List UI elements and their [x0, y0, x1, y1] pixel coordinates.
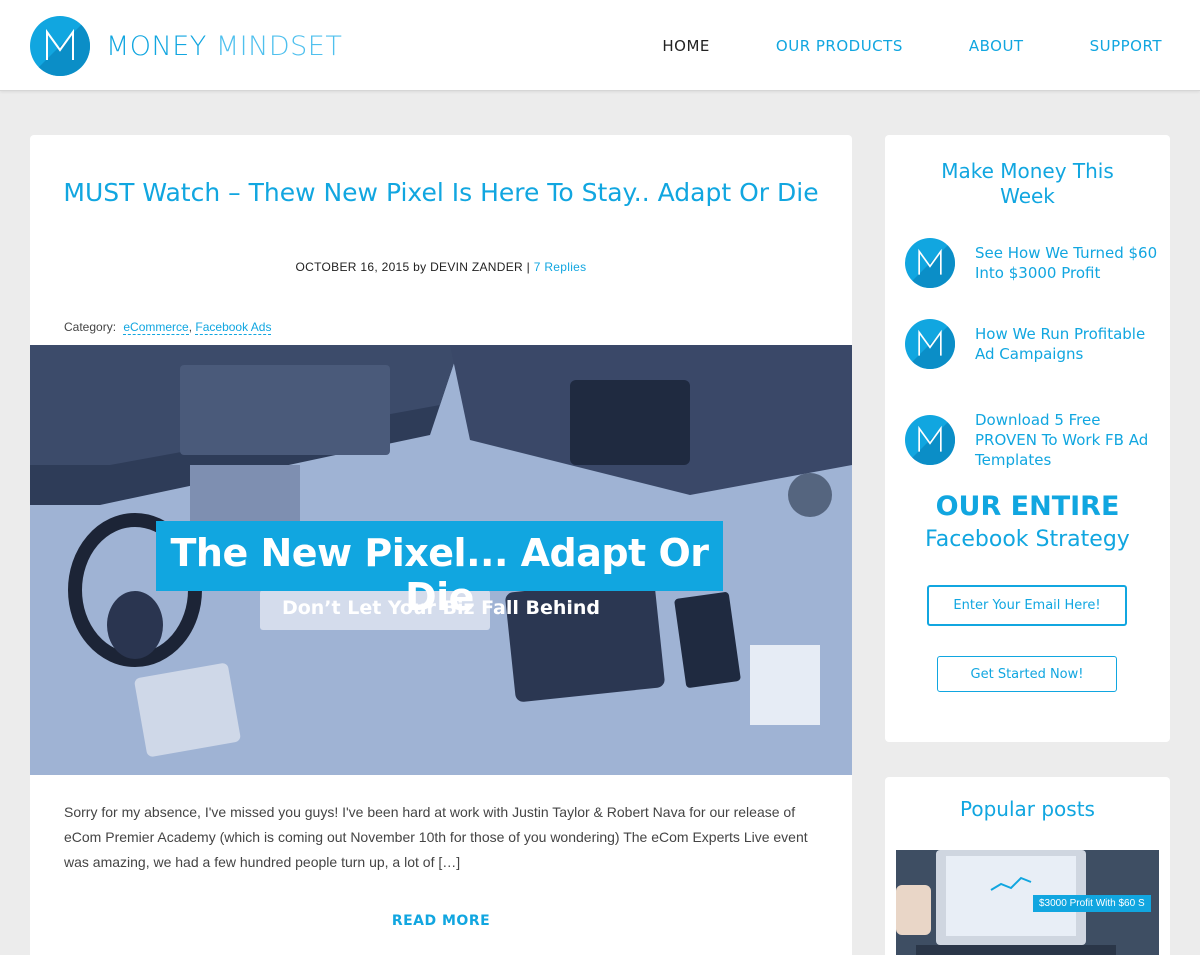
- post-replies-link[interactable]: 7 Replies: [534, 260, 587, 274]
- sidebar-item-profitable-campaigns[interactable]: How We Run Profitable Ad Campaigns: [905, 319, 1160, 369]
- popular-post-caption: $3000 Profit With $60 S: [1033, 895, 1151, 912]
- nav-home[interactable]: HOME: [662, 37, 710, 55]
- nav-our-products[interactable]: OUR PRODUCTS: [776, 37, 903, 55]
- sidebar-item-ad-templates[interactable]: Download 5 Free PROVEN To Work FB Ad Tem…: [905, 410, 1160, 470]
- optin-heading: OUR ENTIRE: [935, 491, 1120, 522]
- post-title[interactable]: MUST Watch – Thew New Pixel Is Here To S…: [60, 175, 822, 210]
- read-more-link[interactable]: READ MORE: [30, 913, 852, 929]
- meta-separator: |: [526, 260, 531, 274]
- category-link-facebook-ads[interactable]: Facebook Ads: [195, 320, 272, 335]
- brand-name-main: MONEY: [106, 30, 207, 62]
- popular-posts-title: Popular posts: [960, 797, 1095, 821]
- brand-name: MONEY MINDSET: [106, 31, 342, 62]
- post-excerpt: Sorry for my absence, I've missed you gu…: [64, 804, 808, 870]
- sidebar-item-label[interactable]: How We Run Profitable Ad Campaigns: [975, 324, 1160, 364]
- money-mindset-logo-icon: [905, 415, 955, 465]
- sidebar-item-turned-60-into-3000[interactable]: See How We Turned $60 Into $3000 Profit: [905, 238, 1160, 288]
- main-nav: HOME OUR PRODUCTS ABOUT SUPPORT: [596, 37, 1162, 55]
- money-mindset-logo-icon: [905, 319, 955, 369]
- money-mindset-logo-icon: [905, 238, 955, 288]
- sidebar-item-label[interactable]: Download 5 Free PROVEN To Work FB Ad Tem…: [975, 410, 1160, 470]
- category-label: Category:: [64, 320, 117, 334]
- site-header: MONEY MINDSET HOME OUR PRODUCTS ABOUT SU…: [0, 0, 1200, 91]
- post-author[interactable]: DEVIN ZANDER: [430, 260, 523, 274]
- site-logo[interactable]: MONEY MINDSET: [30, 16, 342, 76]
- nav-support[interactable]: SUPPORT: [1090, 37, 1162, 55]
- brand-name-light: MINDSET: [215, 30, 343, 62]
- post-category: Category: eCommerce, Facebook Ads: [64, 320, 272, 335]
- post-card: MUST Watch – Thew New Pixel Is Here To S…: [30, 135, 852, 955]
- sidebar-item-label[interactable]: See How We Turned $60 Into $3000 Profit: [975, 243, 1160, 283]
- post-meta: OCTOBER 16, 2015 by DEVIN ZANDER | 7 Rep…: [30, 260, 852, 274]
- popular-post-thumbnail[interactable]: $3000 Profit With $60 S: [896, 850, 1159, 955]
- nav-about[interactable]: ABOUT: [969, 37, 1024, 55]
- widget-title: Make Money This Week: [941, 159, 1114, 208]
- optin-subheading: Facebook Strategy: [925, 527, 1130, 552]
- post-date: OCTOBER 16, 2015: [295, 260, 410, 274]
- post-by: by: [413, 260, 427, 274]
- get-started-button[interactable]: Get Started Now!: [937, 656, 1117, 692]
- post-featured-image[interactable]: The New Pixel... Adapt Or Die Don’t Let …: [30, 345, 852, 775]
- money-mindset-logo-icon: [30, 16, 90, 76]
- image-subtitle: Don’t Let Your Biz Fall Behind: [281, 597, 601, 619]
- category-link-ecommerce[interactable]: eCommerce: [123, 320, 189, 335]
- email-field[interactable]: [927, 585, 1127, 626]
- popular-posts-widget: Popular posts $3000 Profit With $60 S: [885, 777, 1170, 955]
- make-money-widget: Make Money This Week See How We Turned $…: [885, 135, 1170, 742]
